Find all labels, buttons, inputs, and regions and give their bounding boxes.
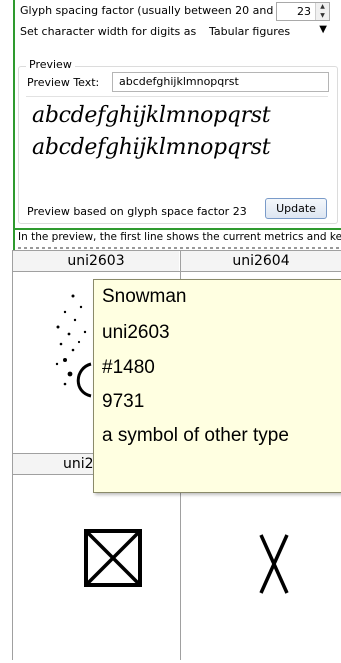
preview-text-value[interactable]: abcdefghijklmnopqrst	[119, 75, 239, 88]
glyph-header-uni2603[interactable]: uni2603	[13, 251, 179, 271]
spacing-factor-label: Glyph spacing factor (usually between 20…	[20, 4, 296, 17]
digit-width-value: Tabular figures	[209, 25, 291, 38]
spin-up-icon[interactable]: ▲	[316, 3, 329, 12]
preview-text-input[interactable]: abcdefghijklmnopqrst	[112, 72, 329, 92]
preview-separator	[26, 96, 328, 97]
tooltip-glyph-index: #1480	[102, 357, 155, 378]
tooltip-glyph-description: Snowman	[102, 286, 187, 307]
preview-line-current: abcdefghijklmnopqrst	[32, 103, 271, 128]
preview-status-text: Preview based on glyph space factor 23	[27, 205, 247, 218]
spin-down-icon[interactable]: ▼	[316, 12, 329, 21]
tooltip-glyph-name: uni2603	[102, 322, 170, 343]
boxed-x-icon	[84, 529, 142, 587]
tooltip-category: a symbol of other type	[102, 425, 289, 446]
glyph-cell-boxed-x[interactable]	[13, 475, 179, 660]
digit-width-label: Set character width for digits as	[20, 25, 197, 38]
focus-border-bottom	[13, 228, 341, 230]
glyph-info-tooltip: Snowman uni2603 #1480 9731 a symbol of o…	[93, 279, 341, 493]
update-button[interactable]: Update	[265, 198, 327, 219]
x-glyph-icon	[259, 534, 289, 594]
explanation-text: In the preview, the first line shows the…	[18, 231, 341, 243]
spacing-factor-value[interactable]: 23	[297, 5, 311, 18]
spacing-factor-spinbox[interactable]: 23 ▲ ▼	[276, 2, 330, 21]
preview-text-label: Preview Text:	[27, 76, 100, 89]
digit-width-select[interactable]: Tabular figures ▼	[204, 22, 332, 42]
chevron-down-icon[interactable]: ▼	[319, 24, 327, 35]
preview-group-label: Preview	[26, 58, 75, 71]
focus-border-left	[13, 0, 15, 255]
tooltip-codepoint: 9731	[102, 391, 145, 412]
glyph-header-uni2604[interactable]: uni2604	[181, 251, 341, 271]
spin-buttons[interactable]: ▲ ▼	[315, 3, 329, 20]
glyph-cell-x[interactable]	[181, 475, 341, 660]
preview-line-proposed: abcdefghijklmnopqrst	[32, 135, 271, 160]
